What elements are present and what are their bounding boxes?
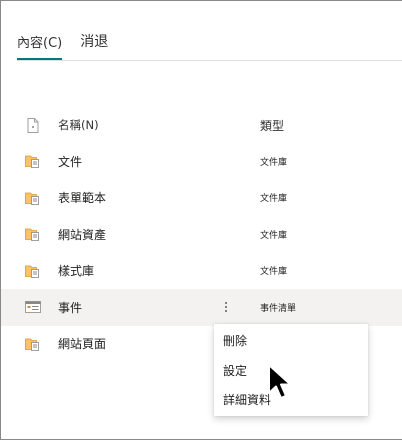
list-item[interactable]: 文件 文件庫 [1, 143, 402, 180]
list-item[interactable]: 樣式庫 文件庫 [1, 253, 402, 290]
column-header-name[interactable]: 名稱(N) [58, 117, 99, 133]
tab-cancel[interactable]: 消退 [80, 31, 108, 60]
tab-content[interactable]: 內容(C) [17, 32, 63, 60]
item-name[interactable]: 樣式庫 [58, 262, 94, 279]
item-name[interactable]: 表單範本 [58, 189, 106, 206]
library-icon [24, 152, 42, 170]
library-icon [24, 262, 42, 280]
column-header-type[interactable]: 類型 [260, 117, 284, 134]
item-name[interactable]: 文件 [58, 153, 82, 170]
list-item-selected[interactable]: 事件 事件清單 [1, 289, 402, 326]
file-type-icon [24, 116, 42, 134]
library-icon [24, 335, 42, 353]
calendar-list-icon [24, 298, 42, 316]
content-panel: 內容(C) 消退 名稱(N) 類型 文件 文件庫 表單範本 文件庫 網站資產 文… [0, 0, 402, 440]
mouse-pointer-icon [268, 364, 292, 399]
item-type: 文件庫 [260, 157, 288, 168]
library-icon [24, 189, 42, 207]
tab-divider [17, 60, 402, 61]
list-header: 名稱(N) 類型 [1, 107, 402, 143]
item-type: 文件庫 [260, 230, 288, 241]
library-icon [24, 225, 42, 243]
item-type: 文件庫 [260, 267, 288, 278]
list-item[interactable]: 網站資產 文件庫 [1, 216, 402, 253]
item-type: 事件清單 [260, 303, 297, 314]
item-type: 文件庫 [260, 194, 288, 205]
list-item[interactable]: 表單範本 文件庫 [1, 180, 402, 217]
item-name[interactable]: 網站資產 [58, 226, 106, 243]
item-name[interactable]: 事件 [58, 299, 82, 316]
tab-bar: 內容(C) 消退 [17, 31, 108, 60]
more-options-icon[interactable] [219, 297, 233, 317]
menu-item-delete[interactable]: 刪除 [214, 326, 368, 356]
item-name[interactable]: 網站頁面 [58, 335, 106, 352]
